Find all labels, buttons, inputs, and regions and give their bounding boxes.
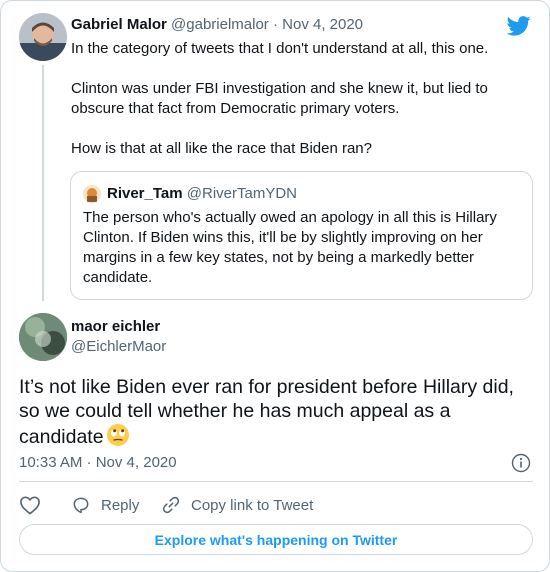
quoted-author-name: River_Tam	[107, 185, 183, 202]
parent-tweet-text: In the category of tweets that I don't u…	[71, 39, 501, 159]
reply-bubble-icon	[73, 497, 89, 514]
rolling-eyes-emoji-icon	[106, 423, 130, 453]
explore-twitter-button[interactable]: Explore what's happening on Twitter	[19, 524, 533, 555]
main-tweet-body: It’s not like Biden ever ran for preside…	[19, 376, 514, 448]
parent-tweet-date[interactable]: Nov 4, 2020	[282, 16, 363, 33]
thread-connector-line	[42, 65, 44, 301]
reply-label: Reply	[101, 496, 140, 514]
heart-icon	[20, 496, 40, 515]
link-icon	[162, 496, 180, 514]
quoted-tweet-header: River_Tam @RiverTamYDN	[107, 185, 297, 202]
quoted-avatar	[83, 185, 101, 203]
parent-paragraph: Clinton was under FBI investigation and …	[71, 80, 488, 117]
tweet-embed-card: Gabriel Malor @gabrielmalor · Nov 4, 202…	[0, 0, 550, 572]
copy-link-button[interactable]: Copy link to Tweet	[161, 495, 313, 515]
like-button[interactable]	[19, 495, 41, 515]
parent-author-name[interactable]: Gabriel Malor	[71, 16, 167, 33]
explore-label: Explore what's happening on Twitter	[154, 531, 398, 548]
copy-link-label: Copy link to Tweet	[191, 496, 314, 514]
main-avatar[interactable]	[19, 313, 67, 361]
main-tweet-text: It’s not like Biden ever ran for preside…	[19, 375, 539, 453]
quoted-author-handle: @RiverTamYDN	[186, 185, 298, 202]
tweet-timestamp[interactable]: 10:33 AM · Nov 4, 2020	[19, 454, 177, 471]
parent-tweet-header: Gabriel Malor @gabrielmalor · Nov 4, 202…	[71, 16, 363, 33]
divider	[19, 481, 533, 482]
parent-author-handle[interactable]: @gabrielmalor	[171, 16, 269, 33]
reply-button[interactable]: Reply	[71, 495, 139, 515]
parent-paragraph: In the category of tweets that I don't u…	[71, 40, 489, 57]
main-author-name[interactable]: maor eichler	[71, 318, 160, 335]
main-author-handle[interactable]: @EichlerMaor	[71, 338, 166, 355]
parent-paragraph: How is that at all like the race that Bi…	[71, 140, 372, 157]
twitter-bird-icon[interactable]	[506, 15, 531, 37]
parent-avatar[interactable]	[19, 13, 67, 61]
info-icon[interactable]	[511, 453, 531, 473]
quoted-tweet[interactable]: River_Tam @RiverTamYDN The person who's …	[70, 171, 533, 300]
quoted-tweet-text: The person who's actually owed an apolog…	[83, 209, 497, 286]
